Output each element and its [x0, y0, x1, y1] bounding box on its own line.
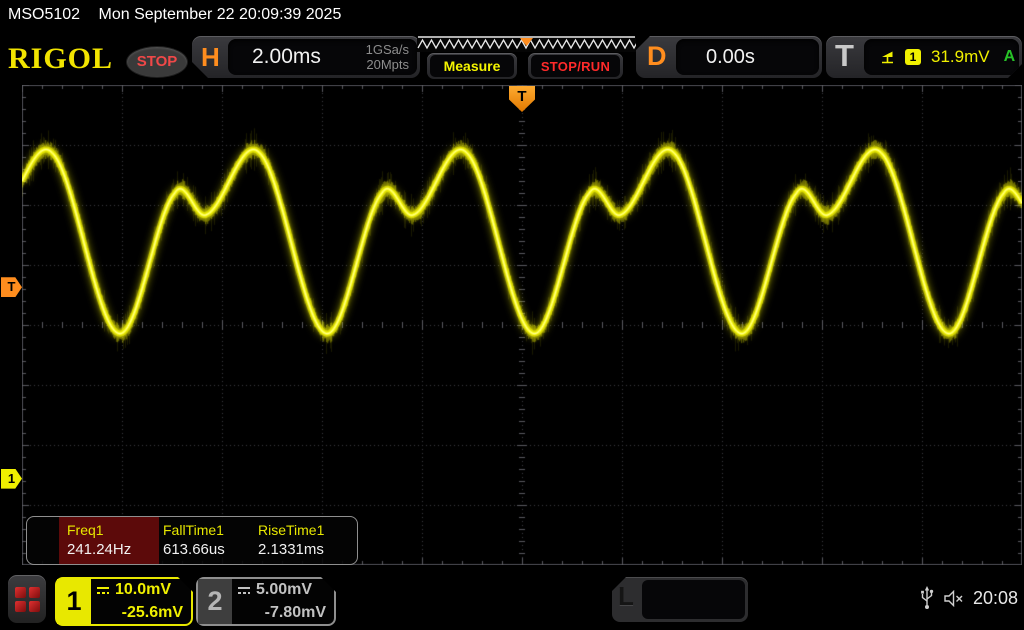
falling-edge-trigger-icon — [880, 49, 895, 65]
rigol-logo: RIGOL — [8, 42, 113, 76]
dc-coupling-icon — [95, 585, 111, 596]
overview-zigzag-icon — [417, 36, 636, 52]
channel1-offset: -25.6mV — [122, 604, 183, 622]
channel2-offset: -7.80mV — [265, 604, 326, 622]
channel1-ground-marker[interactable]: 1 — [1, 469, 22, 489]
waveform-display — [22, 85, 1022, 565]
measurement-results-box[interactable]: Freq1 241.24Hz FallTime1 613.66us RiseTi… — [26, 516, 358, 565]
channel1-scale: 10.0mV — [115, 581, 171, 599]
trigger-pill: 1 31.9mV A — [864, 39, 1019, 75]
horizontal-settings-block[interactable]: H 2.00ms 1GSa/s 20Mpts — [192, 36, 420, 78]
menu-button[interactable] — [8, 575, 46, 623]
horizontal-pill: 2.00ms 1GSa/s 20Mpts — [228, 39, 417, 75]
channel1-number: 1 — [57, 579, 91, 624]
run-state-badge: STOP — [126, 46, 188, 78]
timebase-value: 2.00ms — [252, 45, 321, 69]
dc-coupling-icon — [236, 585, 252, 596]
acquisition-info: 1GSa/s 20Mpts — [366, 42, 409, 72]
trigger-settings-block[interactable]: T 1 31.9mV A — [826, 36, 1022, 78]
system-tray: 20:08 — [920, 586, 1018, 610]
digital-channel-list: 0 1 2 3 4 5 6 7 8 9 10 11 12 13 14 15 — [642, 580, 745, 619]
waveform-overview-bar[interactable] — [417, 36, 636, 52]
system-datetime: Mon September 22 20:09:39 2025 — [99, 6, 342, 23]
delay-value: 0.00s — [706, 46, 755, 69]
delay-settings-block[interactable]: D 0.00s — [636, 36, 822, 78]
usb-icon — [920, 586, 934, 610]
trigger-label: T — [835, 38, 854, 74]
measurement-item[interactable]: RiseTime1 2.1331ms — [254, 517, 354, 564]
menu-grid-icon — [15, 587, 40, 612]
status-bar: MSO5102 Mon September 22 20:09:39 2025 — [0, 0, 1024, 30]
trigger-source-badge: 1 — [905, 49, 921, 65]
clock: 20:08 — [973, 588, 1018, 609]
trigger-sweep-mode: A — [1004, 48, 1016, 66]
speaker-muted-icon — [943, 590, 964, 607]
digital-channels-block[interactable]: L 0 1 2 3 4 5 6 7 8 9 10 11 12 13 14 15 — [612, 577, 748, 622]
trigger-level-marker[interactable]: T — [1, 277, 22, 297]
model-name: MSO5102 — [8, 6, 80, 23]
measurement-item[interactable]: FallTime1 613.66us — [159, 517, 254, 564]
delay-label: D — [647, 41, 667, 72]
channel1-block[interactable]: 1 10.0mV -25.6mV — [55, 577, 193, 626]
channel2-number: 2 — [198, 579, 232, 624]
sample-rate: 1GSa/s — [366, 42, 409, 57]
memory-depth: 20Mpts — [366, 57, 409, 72]
channel2-block[interactable]: 2 5.00mV -7.80mV — [196, 577, 336, 626]
measurement-item[interactable]: Freq1 241.24Hz — [59, 517, 159, 564]
trigger-level-value: 31.9mV — [931, 47, 990, 67]
stop-run-button[interactable]: STOP/RUN — [528, 53, 623, 79]
channel2-scale: 5.00mV — [256, 581, 312, 599]
horizontal-label: H — [201, 42, 220, 73]
measure-button[interactable]: Measure — [427, 53, 517, 79]
digital-label: L — [618, 581, 634, 612]
delay-pill: 0.00s — [676, 39, 819, 75]
oscilloscope-screen: MSO5102 Mon September 22 20:09:39 2025 R… — [0, 0, 1024, 630]
